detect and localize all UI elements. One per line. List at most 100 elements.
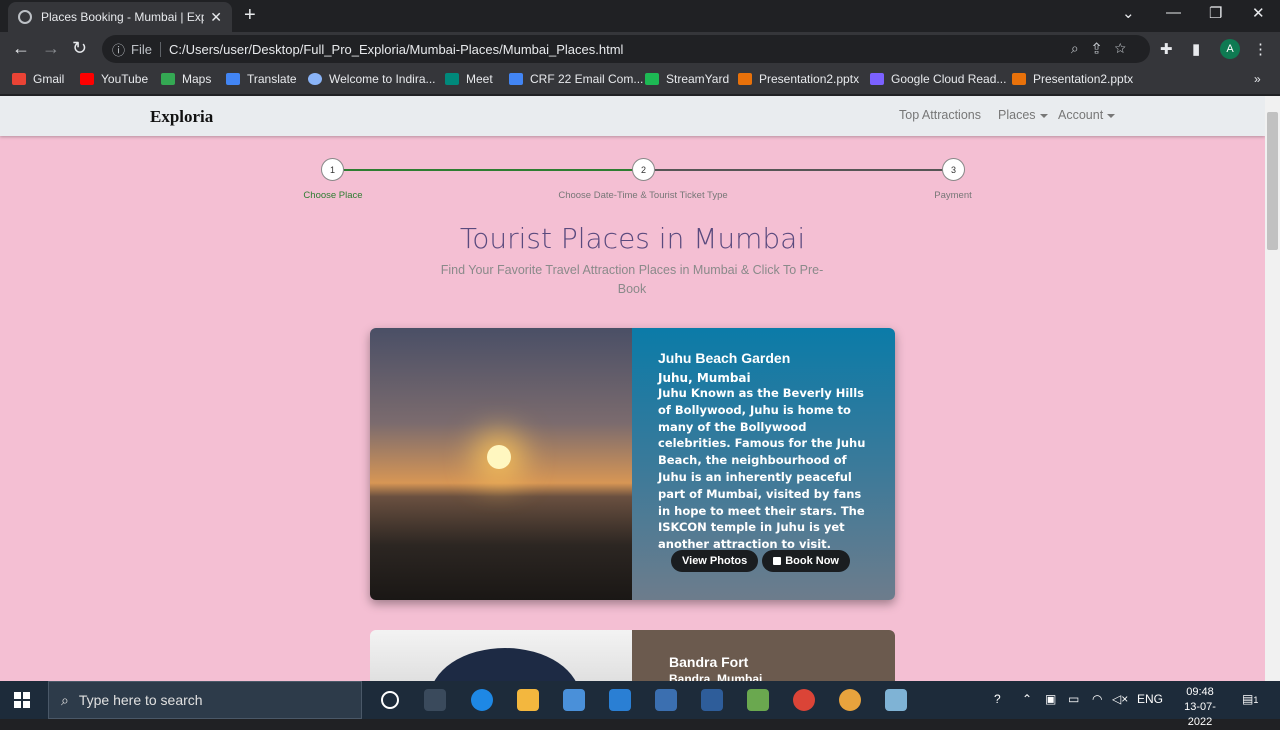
more-bookmarks-icon[interactable]: » [1254, 72, 1261, 86]
streamyard-icon [645, 73, 659, 85]
extensions-icon[interactable]: ✚ [1160, 40, 1173, 58]
battery-icon[interactable]: ▭ [1068, 692, 1079, 706]
bookmark-meet[interactable]: Meet [445, 72, 493, 86]
place-location: Bandra, Mumbai [669, 672, 763, 681]
cortana-icon[interactable] [381, 691, 399, 709]
time: 09:48 [1186, 686, 1214, 698]
clock[interactable]: 09:48 13-07-2022 [1172, 685, 1228, 730]
place-location: Juhu, Mumbai [658, 371, 751, 385]
place-photo [370, 328, 632, 600]
step-1-label: Choose Place [303, 190, 363, 201]
site-brand[interactable]: Exploria [150, 107, 213, 127]
file-label: File [131, 41, 161, 57]
chrome-active-icon[interactable] [839, 689, 861, 711]
task-view-icon[interactable] [424, 689, 446, 711]
sun [487, 445, 511, 469]
search-icon: ⌕ [61, 691, 69, 708]
vscode-icon[interactable] [701, 689, 723, 711]
meet-icon [445, 73, 459, 85]
view-photos-button[interactable]: View Photos [671, 550, 759, 572]
profile-avatar[interactable]: A [1220, 39, 1240, 59]
dome [430, 648, 580, 681]
mail-icon[interactable] [609, 689, 631, 711]
reload-icon[interactable]: ↻ [72, 38, 87, 59]
gmail-icon [12, 73, 26, 85]
app-icon[interactable] [885, 689, 907, 711]
chevron-up-icon[interactable]: ⌃ [1022, 692, 1032, 706]
place-name: Bandra Fort [669, 654, 749, 670]
forward-icon[interactable]: → [42, 38, 60, 59]
cloud-icon [870, 73, 884, 85]
address-bar[interactable]: ⓘ File C:/Users/user/Desktop/Full_Pro_Ex… [102, 35, 1150, 63]
place-card: Bandra Fort Bandra, Mumbai [370, 630, 895, 681]
bookmark-crf[interactable]: CRF 22 Email Com... [509, 72, 643, 86]
info-icon[interactable]: ⓘ [112, 40, 125, 59]
bookmark-google-cloud[interactable]: Google Cloud Read... [870, 72, 1006, 86]
meet-now-icon[interactable]: ▣ [1045, 692, 1056, 706]
date: 13-07-2022 [1184, 701, 1216, 728]
app-icon[interactable] [655, 689, 677, 711]
tab-search-icon[interactable]: ⌄ [1122, 4, 1135, 22]
bookmark-youtube[interactable]: YouTube [80, 72, 148, 86]
help-icon[interactable]: ? [994, 692, 1001, 706]
place-info: Bandra Fort Bandra, Mumbai [632, 630, 895, 681]
browser-tab[interactable]: Places Booking - Mumbai | Exploria ✕ [8, 2, 232, 32]
tab-close-icon[interactable]: ✕ [210, 9, 222, 26]
bookmark-translate[interactable]: Translate [226, 72, 297, 86]
notification-icon[interactable]: ▤1 [1242, 692, 1258, 706]
browser-titlebar: Places Booking - Mumbai | Exploria ✕ + ⌄… [0, 0, 1280, 32]
progress-line-pending [655, 169, 943, 171]
edge-icon[interactable] [471, 689, 493, 711]
back-icon[interactable]: ← [12, 38, 30, 59]
omnibox-icons[interactable]: ⌕⇪☆ [1071, 40, 1140, 57]
youtube-icon [80, 73, 94, 85]
close-window-icon[interactable]: ✕ [1252, 4, 1265, 22]
globe-icon [18, 10, 32, 24]
caret-down-icon [1039, 113, 1048, 118]
progress-line-complete [344, 169, 633, 171]
place-description: Juhu Known as the Beverly Hills of Bolly… [658, 386, 866, 552]
menu-icon[interactable]: ⋮ [1253, 40, 1268, 58]
volume-icon[interactable]: ◁× [1112, 692, 1128, 706]
bookmarks-bar: Gmail YouTube Maps Translate Welcome to … [0, 66, 1280, 95]
step-3: 3 [942, 158, 965, 181]
nav-places[interactable]: Places [998, 108, 1048, 122]
place-card: Juhu Beach Garden Juhu, Mumbai Juhu Know… [370, 328, 895, 600]
book-icon [773, 557, 782, 565]
nav-account[interactable]: Account [1058, 108, 1116, 122]
site-navbar: Exploria Top Attractions Places Account [0, 96, 1265, 136]
bookmark-presentation[interactable]: Presentation2.pptx [738, 72, 859, 86]
chrome-icon[interactable] [793, 689, 815, 711]
book-now-button[interactable]: Book Now [762, 550, 850, 572]
maps-icon [161, 73, 175, 85]
new-tab-button[interactable]: + [244, 4, 256, 27]
windows-taskbar: ⌕ Type here to search ? ⌃ ▣ ▭ ◠ ◁× ENG 0… [0, 681, 1280, 728]
caret-down-icon [1107, 113, 1116, 118]
notepad-icon[interactable] [747, 689, 769, 711]
file-explorer-icon[interactable] [517, 689, 539, 711]
bookmark-indira[interactable]: Welcome to Indira... [308, 72, 436, 86]
bookmark-maps[interactable]: Maps [161, 72, 211, 86]
web-page: Exploria Top Attractions Places Account … [0, 96, 1265, 681]
browser-toolbar: ← → ↻ ⓘ File C:/Users/user/Desktop/Full_… [0, 32, 1280, 66]
store-icon[interactable] [563, 689, 585, 711]
office-icon [1012, 73, 1026, 85]
translate-icon [226, 73, 240, 85]
page-title: Tourist Places in Mumbai [459, 222, 806, 255]
windows-start-icon[interactable] [14, 692, 30, 708]
nav-top-attractions[interactable]: Top Attractions [899, 108, 981, 122]
language-indicator[interactable]: ENG [1137, 692, 1163, 706]
step-3-label: Payment [934, 190, 972, 201]
bookmark-streamyard[interactable]: StreamYard [645, 72, 729, 86]
taskbar-search[interactable]: ⌕ Type here to search [48, 681, 362, 719]
bookmark-presentation-2[interactable]: Presentation2.pptx [1012, 72, 1133, 86]
minimize-icon[interactable]: — [1166, 4, 1181, 21]
scrollbar-thumb[interactable] [1267, 112, 1278, 250]
url-text[interactable]: C:/Users/user/Desktop/Full_Pro_Exploria/… [169, 42, 623, 57]
page-subtitle: Find Your Favorite Travel Attraction Pla… [440, 263, 824, 296]
wifi-icon[interactable]: ◠ [1092, 692, 1102, 706]
side-panel-icon[interactable]: ▮ [1192, 40, 1200, 58]
step-2: 2 [632, 158, 655, 181]
bookmark-gmail[interactable]: Gmail [12, 72, 64, 86]
restore-icon[interactable]: ❐ [1209, 4, 1222, 22]
